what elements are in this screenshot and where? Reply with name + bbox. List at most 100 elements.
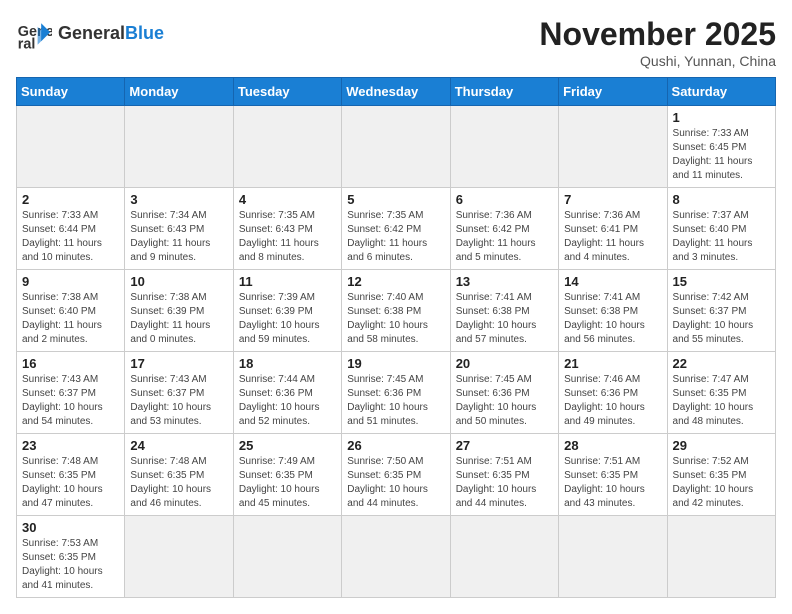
- day-info: Sunrise: 7:51 AMSunset: 6:35 PMDaylight:…: [564, 455, 661, 511]
- day-number: 23: [22, 438, 119, 453]
- day-info: Sunrise: 7:38 AMSunset: 6:39 PMDaylight:…: [130, 291, 227, 347]
- calendar-day-cell: [450, 516, 558, 598]
- calendar-day-cell: [559, 516, 667, 598]
- calendar-day-cell: [17, 106, 125, 188]
- calendar-day-cell: 26Sunrise: 7:50 AMSunset: 6:35 PMDayligh…: [342, 434, 450, 516]
- weekday-header-monday: Monday: [125, 78, 233, 106]
- calendar-day-cell: 7 Sunrise: 7:36 AMSunset: 6:41 PMDaylight…: [559, 188, 667, 270]
- logo-text: GeneralBlue: [58, 24, 164, 44]
- calendar-day-cell: [233, 106, 341, 188]
- day-number: 10: [130, 274, 227, 289]
- day-number: 14: [564, 274, 661, 289]
- day-info: Sunrise: 7:44 AMSunset: 6:36 PMDaylight:…: [239, 373, 336, 429]
- day-info: Sunrise: 7:36 AMSunset: 6:41 PMDaylight:…: [564, 209, 661, 265]
- day-info: Sunrise: 7:40 AMSunset: 6:38 PMDaylight:…: [347, 291, 444, 347]
- calendar-day-cell: [125, 106, 233, 188]
- day-info: Sunrise: 7:34 AMSunset: 6:43 PMDaylight:…: [130, 209, 227, 265]
- calendar-day-cell: 24Sunrise: 7:48 AMSunset: 6:35 PMDayligh…: [125, 434, 233, 516]
- day-info: Sunrise: 7:50 AMSunset: 6:35 PMDaylight:…: [347, 455, 444, 511]
- day-info: Sunrise: 7:45 AMSunset: 6:36 PMDaylight:…: [456, 373, 553, 429]
- calendar-week-row: 9Sunrise: 7:38 AMSunset: 6:40 PMDaylight…: [17, 270, 776, 352]
- calendar-day-cell: 2Sunrise: 7:33 AMSunset: 6:44 PMDaylight…: [17, 188, 125, 270]
- day-number: 22: [673, 356, 770, 371]
- calendar-day-cell: 22Sunrise: 7:47 AMSunset: 6:35 PMDayligh…: [667, 352, 775, 434]
- calendar-day-cell: 15Sunrise: 7:42 AMSunset: 6:37 PMDayligh…: [667, 270, 775, 352]
- day-number: 19: [347, 356, 444, 371]
- day-info: Sunrise: 7:37 AMSunset: 6:40 PMDaylight:…: [673, 209, 770, 265]
- day-info: Sunrise: 7:36 AMSunset: 6:42 PMDaylight:…: [456, 209, 553, 265]
- weekday-header-thursday: Thursday: [450, 78, 558, 106]
- calendar-day-cell: 29Sunrise: 7:52 AMSunset: 6:35 PMDayligh…: [667, 434, 775, 516]
- calendar-day-cell: 11 Sunrise: 7:39 AMSunset: 6:39 PMDayligh…: [233, 270, 341, 352]
- day-number: 25: [239, 438, 336, 453]
- calendar-day-cell: 12 Sunrise: 7:40 AMSunset: 6:38 PMDayligh…: [342, 270, 450, 352]
- day-info: Sunrise: 7:33 AMSunset: 6:45 PMDaylight:…: [673, 127, 770, 183]
- day-number: 6: [456, 192, 553, 207]
- calendar-day-cell: [667, 516, 775, 598]
- calendar-day-cell: 27 Sunrise: 7:51 AMSunset: 6:35 PMDayligh…: [450, 434, 558, 516]
- weekday-header-wednesday: Wednesday: [342, 78, 450, 106]
- day-number: 17: [130, 356, 227, 371]
- calendar-day-cell: 21Sunrise: 7:46 AMSunset: 6:36 PMDayligh…: [559, 352, 667, 434]
- calendar-week-row: 16 Sunrise: 7:43 AMSunset: 6:37 PMDayligh…: [17, 352, 776, 434]
- month-title: November 2025: [539, 16, 776, 53]
- calendar-day-cell: 1 Sunrise: 7:33 AMSunset: 6:45 PMDaylight…: [667, 106, 775, 188]
- logo: Gene ral GeneralBlue: [16, 16, 164, 52]
- svg-text:ral: ral: [18, 36, 36, 52]
- day-number: 11: [239, 274, 336, 289]
- calendar-day-cell: 20 Sunrise: 7:45 AMSunset: 6:36 PMDayligh…: [450, 352, 558, 434]
- day-number: 15: [673, 274, 770, 289]
- day-number: 1: [673, 110, 770, 125]
- calendar-day-cell: [559, 106, 667, 188]
- day-number: 28: [564, 438, 661, 453]
- weekday-header-saturday: Saturday: [667, 78, 775, 106]
- day-info: Sunrise: 7:41 AMSunset: 6:38 PMDaylight:…: [564, 291, 661, 347]
- calendar-day-cell: [450, 106, 558, 188]
- day-info: Sunrise: 7:41 AMSunset: 6:38 PMDaylight:…: [456, 291, 553, 347]
- day-info: Sunrise: 7:48 AMSunset: 6:35 PMDaylight:…: [22, 455, 119, 511]
- day-number: 16: [22, 356, 119, 371]
- day-info: Sunrise: 7:39 AMSunset: 6:39 PMDaylight:…: [239, 291, 336, 347]
- calendar-day-cell: 13Sunrise: 7:41 AMSunset: 6:38 PMDayligh…: [450, 270, 558, 352]
- day-number: 24: [130, 438, 227, 453]
- day-number: 4: [239, 192, 336, 207]
- day-number: 8: [673, 192, 770, 207]
- day-number: 12: [347, 274, 444, 289]
- day-number: 3: [130, 192, 227, 207]
- calendar-day-cell: 28 Sunrise: 7:51 AMSunset: 6:35 PMDayligh…: [559, 434, 667, 516]
- day-info: Sunrise: 7:51 AMSunset: 6:35 PMDaylight:…: [456, 455, 553, 511]
- calendar-day-cell: 18 Sunrise: 7:44 AMSunset: 6:36 PMDayligh…: [233, 352, 341, 434]
- calendar-day-cell: 16 Sunrise: 7:43 AMSunset: 6:37 PMDayligh…: [17, 352, 125, 434]
- day-number: 20: [456, 356, 553, 371]
- day-info: Sunrise: 7:49 AMSunset: 6:35 PMDaylight:…: [239, 455, 336, 511]
- weekday-header-friday: Friday: [559, 78, 667, 106]
- calendar-day-cell: 30Sunrise: 7:53 AMSunset: 6:35 PMDayligh…: [17, 516, 125, 598]
- weekday-header-row: SundayMondayTuesdayWednesdayThursdayFrid…: [17, 78, 776, 106]
- day-info: Sunrise: 7:45 AMSunset: 6:36 PMDaylight:…: [347, 373, 444, 429]
- day-number: 27: [456, 438, 553, 453]
- logo-icon: Gene ral: [16, 16, 52, 52]
- calendar-day-cell: [342, 516, 450, 598]
- calendar-day-cell: 23 Sunrise: 7:48 AMSunset: 6:35 PMDayligh…: [17, 434, 125, 516]
- day-info: Sunrise: 7:53 AMSunset: 6:35 PMDaylight:…: [22, 537, 119, 593]
- calendar-week-row: 2Sunrise: 7:33 AMSunset: 6:44 PMDaylight…: [17, 188, 776, 270]
- calendar-day-cell: 19 Sunrise: 7:45 AMSunset: 6:36 PMDayligh…: [342, 352, 450, 434]
- day-info: Sunrise: 7:38 AMSunset: 6:40 PMDaylight:…: [22, 291, 119, 347]
- weekday-header-tuesday: Tuesday: [233, 78, 341, 106]
- day-info: Sunrise: 7:43 AMSunset: 6:37 PMDaylight:…: [22, 373, 119, 429]
- calendar-week-row: 30Sunrise: 7:53 AMSunset: 6:35 PMDayligh…: [17, 516, 776, 598]
- calendar-day-cell: 6 Sunrise: 7:36 AMSunset: 6:42 PMDaylight…: [450, 188, 558, 270]
- day-number: 7: [564, 192, 661, 207]
- calendar-day-cell: 5 Sunrise: 7:35 AMSunset: 6:42 PMDaylight…: [342, 188, 450, 270]
- calendar-day-cell: [125, 516, 233, 598]
- day-info: Sunrise: 7:52 AMSunset: 6:35 PMDaylight:…: [673, 455, 770, 511]
- weekday-header-sunday: Sunday: [17, 78, 125, 106]
- calendar-day-cell: [342, 106, 450, 188]
- page-header: Gene ral GeneralBlue November 2025 Qushi…: [16, 16, 776, 69]
- day-number: 18: [239, 356, 336, 371]
- calendar-day-cell: [233, 516, 341, 598]
- calendar-day-cell: 3 Sunrise: 7:34 AMSunset: 6:43 PMDaylight…: [125, 188, 233, 270]
- day-info: Sunrise: 7:35 AMSunset: 6:42 PMDaylight:…: [347, 209, 444, 265]
- day-info: Sunrise: 7:43 AMSunset: 6:37 PMDaylight:…: [130, 373, 227, 429]
- day-number: 5: [347, 192, 444, 207]
